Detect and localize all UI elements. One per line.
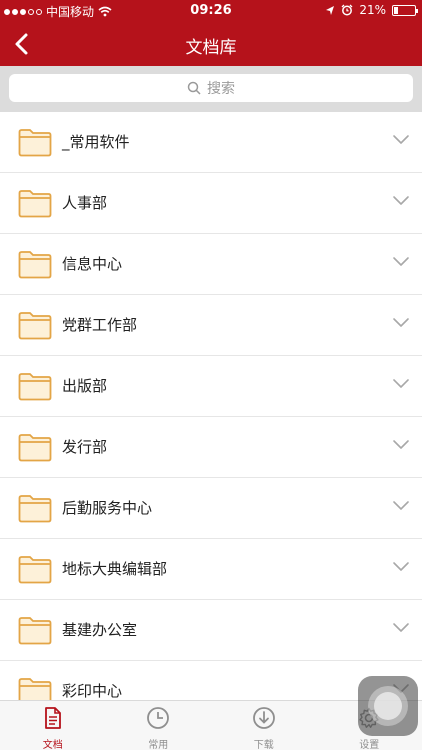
folder-row[interactable]: 地标大典编辑部 [0, 539, 422, 600]
folder-icon [18, 556, 52, 584]
folder-icon [18, 251, 52, 279]
folder-name: 后勤服务中心 [62, 499, 153, 517]
folder-icon [18, 312, 52, 340]
folder-row[interactable]: 基建办公室 [0, 600, 422, 661]
folder-row[interactable]: 人事部 [0, 173, 422, 234]
location-arrow-icon [326, 5, 335, 15]
assistive-touch-button[interactable] [358, 676, 418, 736]
alarm-clock-icon [341, 4, 353, 16]
folder-name: 出版部 [62, 377, 108, 395]
chevron-down-icon[interactable] [392, 134, 410, 146]
chevron-down-icon[interactable] [392, 561, 410, 573]
folder-row[interactable]: 信息中心 [0, 234, 422, 295]
folder-row[interactable]: 党群工作部 [0, 295, 422, 356]
folder-name: 基建办公室 [62, 621, 138, 639]
folder-name: 地标大典编辑部 [62, 560, 168, 578]
folder-icon [18, 129, 52, 157]
search-placeholder: 搜索 [207, 81, 235, 97]
chevron-down-icon[interactable] [392, 378, 410, 390]
navigation-bar: 文档库 [0, 22, 422, 66]
folder-list: _常用软件人事部信息中心党群工作部出版部发行部后勤服务中心 地标大典编辑部 基建办公… [0, 112, 422, 722]
folder-name: 党群工作部 [62, 316, 138, 334]
folder-row[interactable]: 发行部 [0, 417, 422, 478]
tab-favorites[interactable]: 常用 [106, 701, 212, 750]
folder-row[interactable]: 出版部 [0, 356, 422, 417]
chevron-down-icon[interactable] [392, 256, 410, 268]
chevron-down-icon[interactable] [392, 500, 410, 512]
folder-icon [18, 373, 52, 401]
folder-name: 信息中心 [62, 255, 123, 273]
tab-label: 文档 [42, 740, 63, 750]
folder-row[interactable]: 后勤服务中心 [0, 478, 422, 539]
folder-icon [18, 190, 52, 218]
tab-documents[interactable]: 文档 [0, 701, 106, 750]
clock-icon [147, 707, 170, 729]
document-icon [44, 707, 61, 729]
search-input[interactable]: 搜索 [9, 74, 413, 102]
chevron-down-icon[interactable] [392, 317, 410, 329]
assistive-touch-center [374, 692, 402, 720]
chevron-down-icon[interactable] [392, 622, 410, 634]
folder-name: 人事部 [62, 194, 108, 212]
folder-name: _常用软件 [62, 133, 130, 151]
folder-icon [18, 434, 52, 462]
battery-fill [394, 6, 399, 14]
folder-name: 发行部 [62, 438, 108, 456]
folder-row[interactable]: _常用软件 [0, 112, 422, 173]
tab-label: 下载 [253, 740, 274, 750]
page-title: 文档库 [185, 38, 237, 58]
chevron-down-icon[interactable] [392, 195, 410, 207]
tab-downloads[interactable]: 下载 [211, 701, 317, 750]
search-bar-container: 搜索 [0, 66, 422, 112]
tab-label: 设置 [359, 740, 380, 750]
battery-percent: 21% [359, 3, 386, 17]
status-right: 21% [325, 3, 418, 17]
search-icon [187, 81, 201, 95]
battery-icon [392, 4, 418, 16]
status-bar: 中国移动 09:26 21% [0, 0, 422, 22]
chevron-down-icon[interactable] [392, 439, 410, 451]
folder-name: 彩印中心 [62, 682, 123, 700]
folder-icon [18, 617, 52, 645]
tab-label: 常用 [148, 740, 169, 750]
download-icon [252, 707, 275, 729]
folder-icon [18, 495, 52, 523]
